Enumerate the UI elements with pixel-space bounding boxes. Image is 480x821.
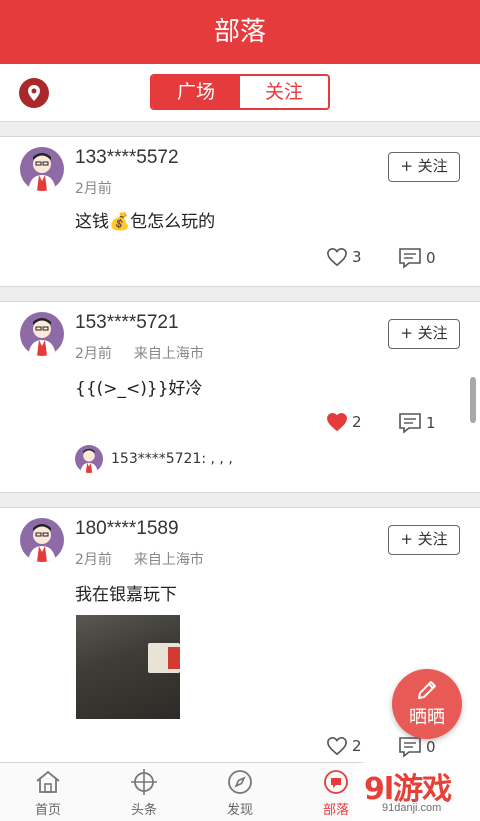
comment-count: 0 — [426, 249, 436, 267]
comment-count: 1 — [426, 414, 436, 432]
comment-button[interactable]: 1 — [398, 412, 436, 434]
sub-header: 广场 关注 — [0, 64, 480, 122]
post-author[interactable]: 133****5572 — [75, 147, 179, 169]
post-card[interactable]: 153****5721 2月前 来自上海市 + 关注 {{(>_<)}}好冷 2 … — [0, 301, 480, 493]
like-count: 2 — [352, 737, 362, 755]
post-content: 我在银嘉玩下 — [75, 585, 177, 605]
post-time: 2月前 — [75, 181, 112, 197]
tab-label: 头条 — [130, 803, 157, 818]
post-content: {{(>_<)}}好冷 — [75, 379, 203, 399]
comment-text: 153****5721: , , , — [111, 451, 233, 467]
pencil-icon — [418, 681, 436, 699]
heart-outline-icon — [327, 736, 347, 756]
like-count: 2 — [352, 413, 362, 431]
page-title: 部落 — [0, 0, 480, 64]
tab-square[interactable]: 广场 — [152, 76, 240, 108]
tab-discover[interactable]: 发现 — [192, 763, 288, 821]
tab-following[interactable]: 关注 — [240, 76, 328, 108]
post-image[interactable] — [76, 615, 180, 719]
tab-label: 首页 — [34, 803, 61, 818]
follow-button[interactable]: + 关注 — [388, 525, 460, 555]
photo-object — [148, 643, 180, 673]
post-location: 来自上海市 — [133, 552, 204, 568]
avatar[interactable] — [20, 312, 64, 356]
like-count: 3 — [352, 248, 362, 266]
tab-label: 发现 — [226, 803, 253, 818]
target-icon — [131, 769, 157, 795]
post-author[interactable]: 180****1589 — [75, 518, 179, 540]
watermark: 9l游戏 91danji.com — [352, 762, 480, 821]
comment-button[interactable]: 0 — [398, 247, 436, 269]
scrollbar[interactable] — [470, 377, 476, 423]
comment-icon — [399, 737, 421, 758]
heart-outline-icon — [327, 247, 347, 267]
post-photo-button[interactable]: 晒晒 — [392, 669, 462, 739]
compass-icon — [228, 770, 252, 794]
comment-icon — [399, 248, 421, 269]
heart-filled-icon — [327, 412, 347, 432]
like-button[interactable]: 3 — [326, 247, 362, 267]
post-content: 这钱💰包怎么玩的 — [75, 212, 216, 232]
post-meta: 2月前 来自上海市 — [75, 549, 204, 569]
tribe-icon — [324, 770, 348, 794]
avatar[interactable] — [20, 147, 64, 191]
tab-home[interactable]: 首页 — [0, 763, 96, 821]
post-meta: 2月前 来自上海市 — [75, 343, 204, 363]
post-meta: 2月前 — [75, 178, 112, 198]
follow-button[interactable]: + 关注 — [388, 319, 460, 349]
comment-button[interactable]: 0 — [398, 736, 436, 758]
comment-item[interactable]: 153****5721: , , , — [75, 445, 233, 473]
post-author[interactable]: 153****5721 — [75, 312, 179, 334]
location-icon[interactable] — [19, 78, 49, 108]
like-button[interactable]: 2 — [326, 412, 362, 432]
tab-headlines[interactable]: 头条 — [96, 763, 192, 821]
comment-icon — [399, 413, 421, 434]
avatar[interactable] — [75, 445, 103, 473]
follow-button[interactable]: + 关注 — [388, 152, 460, 182]
avatar[interactable] — [20, 518, 64, 562]
post-time: 2月前 — [75, 552, 112, 568]
post-card[interactable]: 133****5572 2月前 + 关注 这钱💰包怎么玩的 3 0 — [0, 136, 480, 287]
watermark-url: 91danji.com — [382, 802, 442, 814]
post-time: 2月前 — [75, 346, 112, 362]
segmented-control: 广场 关注 — [150, 74, 330, 110]
post-location: 来自上海市 — [133, 346, 204, 362]
comment-count: 0 — [426, 738, 436, 756]
fab-label: 晒晒 — [409, 707, 445, 728]
home-icon — [36, 770, 60, 793]
like-button[interactable]: 2 — [326, 736, 362, 756]
